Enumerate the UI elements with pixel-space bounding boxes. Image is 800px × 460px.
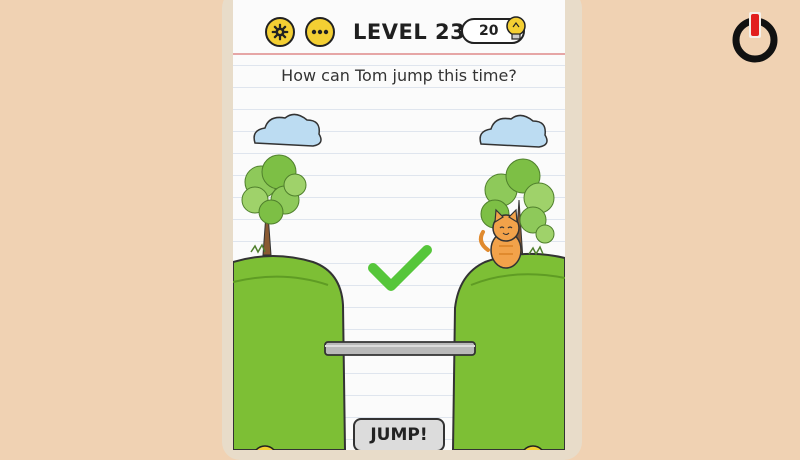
tree-left [241,154,307,256]
puzzle-scene [233,113,565,450]
checkmark-icon [368,245,432,291]
cloud-right [479,114,548,148]
bridge-log [324,341,476,356]
game-screen: LEVEL 238 20 How can Tom jump this time? [233,0,565,450]
cloud-left [253,113,322,147]
jump-button[interactable]: JUMP! [353,418,445,450]
power-icon [732,12,778,63]
